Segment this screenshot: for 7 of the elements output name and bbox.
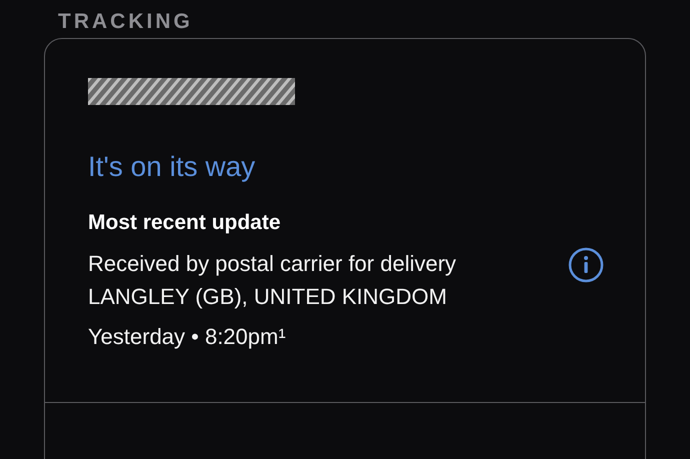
section-title: TRACKING [58, 10, 193, 33]
status-text: It's on its way [88, 150, 256, 184]
update-heading: Most recent update [88, 210, 282, 236]
update-time: Yesterday • 8:20pm¹ [88, 322, 287, 351]
update-text: LANGLEY (GB), UNITED KINGDOM [88, 282, 448, 310]
update-text: Received by postal carrier for delivery [88, 250, 456, 278]
info-icon[interactable] [568, 246, 604, 282]
